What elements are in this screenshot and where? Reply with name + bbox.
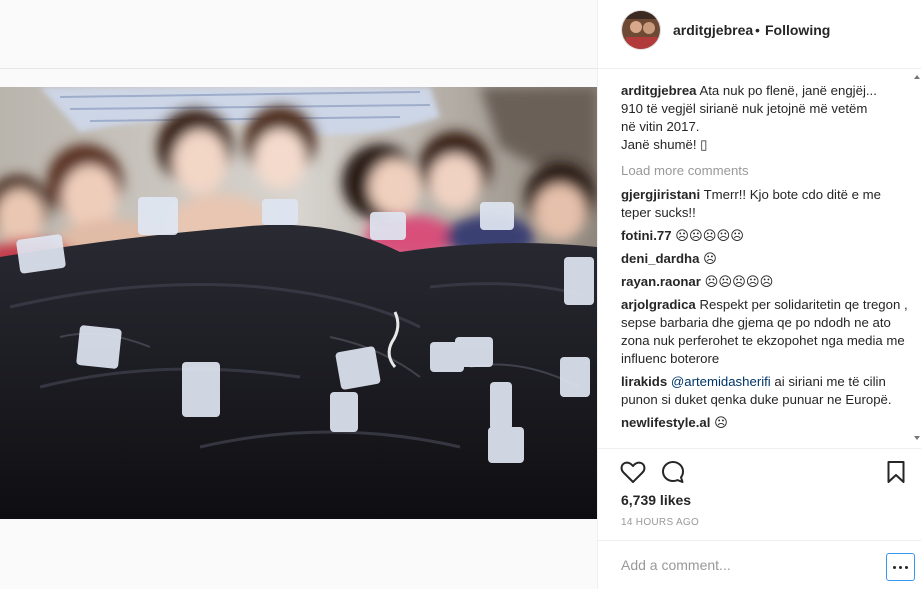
comment-item: gjergjiristani Tmerr!! Kjo bote cdo ditë… [621, 186, 908, 222]
comment-item: newlifestyle.al ☹ [621, 414, 908, 432]
comment-username[interactable]: arjolgradica [621, 297, 696, 312]
caption-line: Ata nuk po flenë, janë engjëj... [699, 83, 877, 98]
avatar-image [622, 11, 660, 49]
caption-line: 910 të vegjël sirianë nuk jetojnë më vet… [621, 101, 868, 116]
comment-username[interactable]: lirakids [621, 374, 667, 389]
like-button[interactable] [619, 458, 647, 486]
load-more-comments-button[interactable]: Load more comments [621, 162, 908, 180]
add-comment-input[interactable] [621, 555, 871, 575]
comment-item: deni_dardha ☹ [621, 250, 908, 268]
post-photo-graphic [0, 87, 597, 519]
post-sidebar: arditgjebrea • Following arditgjebrea At… [597, 0, 921, 589]
caption-line: Janë shumë! ▯ [621, 137, 708, 152]
more-options-button[interactable] [886, 553, 915, 581]
comment-text: ☹ [714, 415, 728, 430]
save-button[interactable] [882, 458, 910, 486]
comment-mention[interactable]: @artemidasherifi [671, 374, 771, 389]
caption-line: në vitin 2017. [621, 119, 700, 134]
comment-item: arjolgradica Respekt per solidaritetin q… [621, 296, 908, 368]
media-pane [0, 0, 597, 589]
comment-username[interactable]: fotini.77 [621, 228, 672, 243]
bookmark-icon [887, 461, 905, 483]
comments-list[interactable]: arditgjebrea Ata nuk po flenë, janë engj… [598, 70, 921, 448]
comment-item: rayan.raonar ☹☹☹☹☹ [621, 273, 908, 291]
likes-count[interactable]: 6,739 likes [621, 492, 691, 508]
comment-item: lirakids @artemidasherifi ai siriani me … [621, 373, 908, 409]
add-comment-bar [598, 540, 921, 589]
scroll-down-arrow-icon[interactable] [914, 436, 920, 440]
caption-username[interactable]: arditgjebrea [621, 83, 697, 98]
ellipsis-icon [893, 565, 896, 569]
caption: arditgjebrea Ata nuk po flenë, janë engj… [621, 82, 908, 154]
post-header: arditgjebrea • Following [598, 0, 921, 69]
comment-button[interactable] [659, 458, 687, 486]
comment-text: ☹☹☹☹☹ [704, 274, 774, 289]
header-username[interactable]: arditgjebrea [673, 22, 753, 38]
ellipsis-icon [899, 565, 902, 569]
comment-username[interactable]: rayan.raonar [621, 274, 701, 289]
comment-text: ☹☹☹☹☹ [675, 228, 744, 243]
follow-status-button[interactable]: Following [765, 22, 830, 38]
post-timestamp[interactable]: 14 HOURS AGO [621, 517, 699, 528]
comment-text: ☹ [703, 251, 717, 266]
ellipsis-icon [905, 565, 908, 569]
heart-icon [620, 461, 646, 483]
media-divider [0, 68, 597, 69]
comment-username[interactable]: deni_dardha [621, 251, 699, 266]
comment-bubble-icon [662, 461, 684, 483]
comment-username[interactable]: gjergjiristani [621, 187, 700, 202]
comment-item: fotini.77 ☹☹☹☹☹ [621, 227, 908, 245]
post-photo[interactable] [0, 87, 597, 519]
avatar[interactable] [621, 10, 661, 50]
comment-username[interactable]: newlifestyle.al [621, 415, 710, 430]
header-separator: • [755, 22, 760, 38]
action-bar [598, 448, 921, 494]
scroll-up-arrow-icon[interactable] [914, 75, 920, 79]
